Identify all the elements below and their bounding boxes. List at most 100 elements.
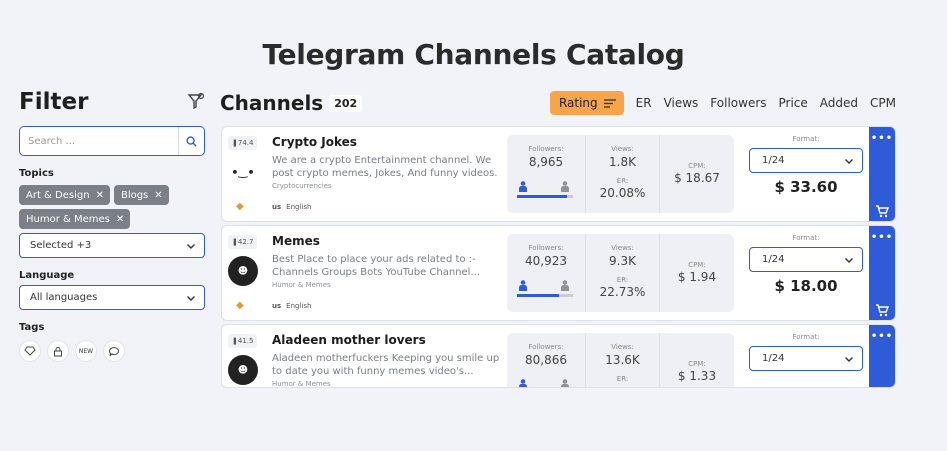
followers-value: 40,923 (525, 254, 567, 268)
diamond-icon: ◆ (236, 201, 244, 212)
female-icon (561, 280, 569, 291)
page-title: Telegram Channels Catalog (262, 38, 685, 71)
sort-price[interactable]: Price (779, 96, 808, 110)
channel-name[interactable]: Crypto Jokes (272, 135, 357, 149)
gender-bar-fill (517, 195, 568, 198)
views-stat: Views: 9.3K ER: 22.73% (585, 234, 659, 312)
chat-icon[interactable] (103, 340, 125, 362)
format-block: Format: 1/24 (742, 333, 870, 371)
male-icon (519, 280, 527, 291)
card-actions: ••• (869, 226, 895, 320)
diamond-icon: ◆ (236, 300, 244, 311)
channel-language: us English (272, 203, 312, 211)
funnel-icon[interactable] (187, 92, 205, 112)
chevron-down-icon (187, 295, 195, 301)
chevron-down-icon (187, 243, 195, 249)
channel-category: Cryptocurrencies (272, 182, 332, 190)
sort-er[interactable]: ER (636, 96, 652, 110)
topic-chip: Blogs ✕ (113, 185, 169, 205)
remove-chip-icon[interactable]: ✕ (96, 190, 104, 201)
format-select[interactable]: 1/24 (749, 247, 863, 272)
new-tag[interactable]: NEW (75, 340, 97, 362)
search-icon (186, 135, 197, 147)
sort-cpm[interactable]: CPM (870, 96, 896, 110)
male-icon (519, 181, 527, 192)
filter-title: Filter (19, 89, 89, 115)
female-icon (561, 181, 569, 192)
more-options-button[interactable]: ••• (869, 331, 895, 342)
channel-description: Aladeen motherfuckers Keeping you smile … (272, 353, 500, 377)
sort-added[interactable]: Added (820, 96, 858, 110)
avatar: •‿• (228, 157, 258, 187)
cpm-value: $ 1.33 (677, 369, 717, 383)
channel-card[interactable]: ❚ 41.5 ☻ Aladeen mother lovers Aladeen m… (221, 324, 896, 388)
diamond-icon[interactable] (19, 340, 41, 362)
cpm-value: $ 18.67 (674, 171, 720, 185)
female-icon (561, 379, 569, 387)
language-label: Language (19, 270, 75, 281)
format-select[interactable]: 1/24 (749, 148, 863, 173)
tags-label: Tags (19, 322, 45, 333)
price-value: $ 18.00 (774, 277, 838, 295)
more-options-button[interactable]: ••• (869, 133, 895, 144)
followers-value: 8,965 (528, 155, 564, 169)
chevron-down-icon (845, 356, 853, 362)
gender-bar (517, 294, 573, 297)
channels-count-badge: 202 (329, 94, 363, 112)
more-options-button[interactable]: ••• (869, 232, 895, 243)
format-block: Format: 1/24 $ 18.00 (742, 234, 870, 295)
card-actions: ••• (869, 127, 895, 221)
cpm-stat: CPM: $ 1.33 (659, 333, 734, 387)
chevron-down-icon (845, 158, 853, 164)
rating-badge: ❚ 41.5 (228, 334, 258, 348)
cpm-stat: CPM: $ 1.94 (659, 234, 734, 312)
search-input[interactable] (20, 135, 178, 147)
channel-name[interactable]: Memes (272, 234, 320, 248)
topics-select[interactable]: Selected +3 (19, 233, 205, 258)
sort-icon (603, 98, 616, 108)
remove-chip-icon[interactable]: ✕ (154, 190, 162, 201)
tag-list: NEW (19, 340, 205, 362)
stats-panel: Followers: 8,965 Views: 1.8K ER: 20.08% … (507, 135, 734, 213)
chevron-down-icon (845, 257, 853, 263)
topic-chips: Art & Design ✕ Blogs ✕ Humor & Memes ✕ (19, 185, 205, 229)
format-select[interactable]: 1/24 (749, 346, 863, 371)
channel-description: Best Place to place your ads related to … (272, 254, 480, 278)
topics-label: Topics (19, 168, 54, 179)
card-actions: ••• (869, 325, 895, 387)
views-stat: Views: 13.6K ER: (585, 333, 659, 387)
gender-bar-fill (517, 294, 559, 297)
sort-bar: Rating ER Views Followers Price Added CP… (549, 91, 896, 115)
remove-chip-icon[interactable]: ✕ (116, 214, 124, 225)
er-value: 22.73% (599, 285, 646, 299)
avatar: ☻ (228, 355, 258, 385)
price-value: $ 33.60 (774, 178, 838, 196)
sort-rating-button[interactable]: Rating (549, 91, 624, 115)
views-value: 13.6K (605, 353, 640, 367)
gender-bar (517, 195, 573, 198)
cpm-value: $ 1.94 (677, 270, 717, 284)
add-to-cart-icon[interactable] (875, 303, 889, 317)
format-block: Format: 1/24 $ 33.60 (742, 135, 870, 196)
topic-chip: Art & Design ✕ (19, 185, 110, 205)
rating-badge: ❚ 42.7 (228, 235, 258, 249)
male-icon (519, 379, 527, 387)
sort-followers[interactable]: Followers (710, 96, 766, 110)
add-to-cart-icon[interactable] (875, 204, 889, 218)
avatar: ☻ (228, 256, 258, 286)
channel-name[interactable]: Aladeen mother lovers (272, 333, 426, 347)
lock-icon[interactable] (47, 340, 69, 362)
channel-category: Humor & Memes (272, 380, 331, 388)
followers-stat: Followers: 40,923 (507, 234, 585, 312)
channel-card[interactable]: ❚ 42.7 ☻ ◆ Memes Best Place to place you… (221, 225, 896, 321)
search-button[interactable] (178, 127, 204, 155)
search-box (19, 126, 205, 156)
sort-views[interactable]: Views (664, 96, 699, 110)
channel-category: Humor & Memes (272, 281, 331, 289)
topic-chip: Humor & Memes ✕ (19, 209, 131, 229)
er-value: 20.08% (599, 186, 646, 200)
followers-value: 80,866 (525, 353, 567, 367)
channel-language: us English (272, 302, 312, 310)
language-select[interactable]: All languages (19, 285, 205, 310)
channel-card[interactable]: ❚ 74.4 •‿• ◆ Crypto Jokes We are a crypt… (221, 126, 896, 222)
